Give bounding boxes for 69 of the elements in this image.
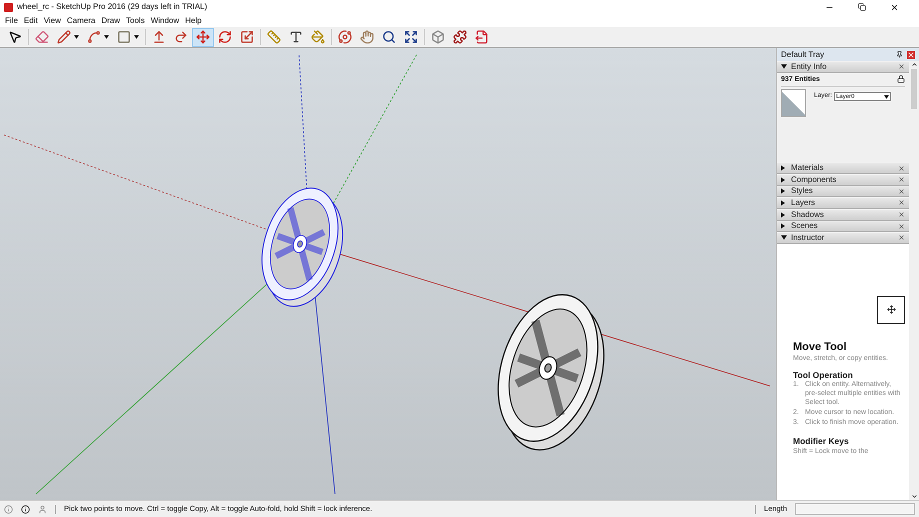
lock-icon[interactable] xyxy=(897,75,905,84)
menu-item[interactable]: Help xyxy=(182,16,205,24)
cube-icon xyxy=(431,30,445,44)
tray-panel-header[interactable]: Entity Info xyxy=(777,62,909,73)
tray-panel-header[interactable]: Components xyxy=(777,174,909,186)
panel-title: Layers xyxy=(791,198,816,207)
rotate-icon xyxy=(218,30,232,44)
tray-panel-header[interactable]: Styles xyxy=(777,186,909,198)
tray-panel-header[interactable]: Shadows xyxy=(777,210,909,221)
select-icon xyxy=(8,30,22,44)
caret-icon xyxy=(884,94,890,99)
menu-item[interactable]: File xyxy=(2,16,21,24)
tool-name: Move Tool xyxy=(793,342,848,353)
move-icon xyxy=(886,305,896,314)
eraser-icon xyxy=(35,30,49,44)
scroll-down-icon[interactable] xyxy=(910,493,918,500)
export-icon xyxy=(475,30,489,44)
menu-item[interactable]: Camera xyxy=(64,16,98,24)
scale-icon xyxy=(240,30,254,44)
scrollbar[interactable] xyxy=(909,61,919,500)
close-icon[interactable] xyxy=(898,63,905,70)
close-icon[interactable] xyxy=(890,2,899,12)
push-pull-icon xyxy=(152,30,166,44)
tray-panel-header[interactable]: Materials xyxy=(777,163,909,174)
restore-icon[interactable] xyxy=(858,3,866,11)
panel-title: Components xyxy=(791,176,836,184)
orbit-icon xyxy=(338,30,352,44)
move-icon xyxy=(196,30,210,44)
panel-title: Instructor xyxy=(791,234,824,242)
paint-bucket-icon xyxy=(311,30,325,44)
close-icon[interactable] xyxy=(898,234,905,242)
pan-icon xyxy=(360,30,374,44)
rectangle-icon xyxy=(117,30,131,44)
menu-item[interactable]: Draw xyxy=(98,16,124,24)
window-title: wheel_rc - SketchUp Pro 2016 (29 days left in TRIAL) xyxy=(17,3,208,11)
measurement-field[interactable] xyxy=(795,503,915,515)
menu-item[interactable]: View xyxy=(40,16,64,24)
panel-title: Entity Info xyxy=(791,62,827,71)
info-icon[interactable] xyxy=(21,504,30,514)
follow-me-icon xyxy=(174,30,188,44)
scrollbar-thumb[interactable] xyxy=(911,69,917,109)
section-heading: Modifier Keys xyxy=(793,437,850,446)
scroll-up-icon[interactable] xyxy=(910,61,918,68)
menu-item[interactable]: Window xyxy=(148,16,182,24)
tray-panel-header[interactable]: Layers xyxy=(777,198,909,209)
close-icon[interactable] xyxy=(898,199,905,206)
panel-title: Shadows xyxy=(791,210,824,219)
material-swatch[interactable] xyxy=(781,88,806,117)
menu-item[interactable]: Tools xyxy=(123,16,148,24)
user-icon[interactable] xyxy=(38,504,47,514)
text-icon xyxy=(289,30,303,44)
panel-title: Styles xyxy=(791,187,813,196)
pencil-icon xyxy=(57,30,71,44)
puzzle-icon xyxy=(453,30,467,44)
tray-panel-header[interactable]: Scenes xyxy=(777,221,909,232)
tape-measure-icon xyxy=(267,30,281,44)
zoom-extents-icon xyxy=(404,30,418,44)
tray-panel-header[interactable]: Instructor xyxy=(777,232,909,244)
section-heading: Tool Operation xyxy=(793,370,853,380)
close-icon[interactable] xyxy=(898,211,905,218)
tray-title: Default Tray xyxy=(781,50,824,58)
app-logo-icon xyxy=(4,2,13,12)
arc-icon xyxy=(87,30,101,44)
menu-item[interactable]: Edit xyxy=(20,16,41,24)
pin-icon[interactable] xyxy=(896,51,903,58)
panel-title: Scenes xyxy=(791,222,818,230)
panel-title: Materials xyxy=(791,164,824,172)
zoom-icon xyxy=(382,30,396,44)
close-icon[interactable] xyxy=(898,176,905,184)
